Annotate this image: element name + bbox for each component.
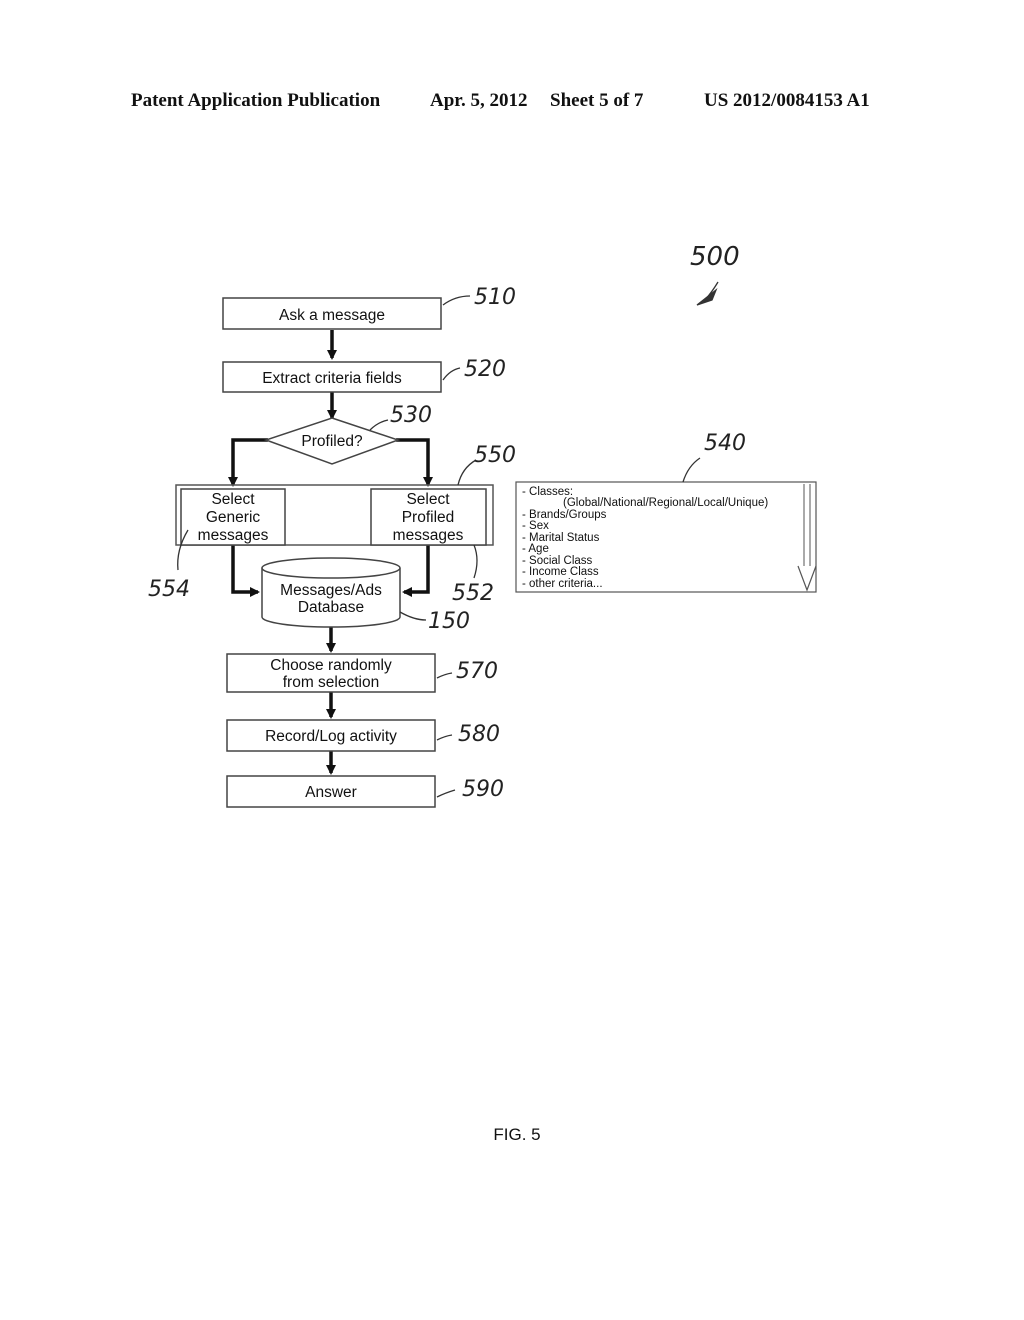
node-extract-criteria-label: Extract criteria fields (262, 370, 402, 387)
criteria-item: - other criteria... (522, 578, 603, 590)
node-select-profiled-line1: Select (406, 491, 450, 508)
node-ask-message: Ask a message (222, 297, 442, 330)
node-select-generic-line1: Select (211, 491, 255, 508)
criteria-box: - Classes: (Global/National/Regional/Loc… (515, 481, 817, 593)
ref-510: 510 (474, 285, 516, 310)
edge-530-552 (396, 438, 433, 487)
ref-552: 552 (452, 581, 494, 606)
node-select-profiled-line3: messages (393, 527, 464, 544)
node-record-log-label: Record/Log activity (265, 728, 397, 745)
connectors (228, 330, 433, 775)
criteria-item: (Global/National/Regional/Local/Unique) (563, 497, 768, 509)
node-extract-criteria: Extract criteria fields (222, 361, 442, 393)
ref-570: 570 (456, 659, 498, 684)
ref-554: 554 (148, 577, 190, 602)
ref-580: 580 (458, 722, 500, 747)
criteria-item: - Income Class (522, 566, 599, 578)
ref-500: 500 (690, 242, 740, 272)
node-record-log: Record/Log activity (226, 719, 436, 752)
node-database-line2: Database (298, 599, 364, 616)
edge-530-554 (228, 438, 268, 487)
node-select-profiled-line2: Profiled (402, 509, 455, 526)
ref-150: 150 (428, 609, 470, 634)
node-select-generic-line2: Generic (206, 509, 261, 526)
edge-552-150 (402, 545, 430, 597)
node-select-generic: Select Generic messages (180, 488, 286, 546)
criteria-item: - Sex (522, 520, 549, 532)
ref-530: 530 (390, 403, 432, 428)
ref-520: 520 (464, 357, 506, 382)
node-database-line1: Messages/Ads (280, 582, 382, 599)
node-profiled-decision: Profiled? (263, 417, 401, 465)
node-choose-line2: from selection (283, 674, 379, 691)
ref-540: 540 (704, 431, 746, 456)
node-choose-line1: Choose randomly (270, 657, 392, 674)
edge-554-150 (231, 545, 260, 597)
node-ask-message-label: Ask a message (279, 307, 385, 324)
node-answer: Answer (226, 775, 436, 808)
node-select-generic-line3: messages (198, 527, 269, 544)
ref-590: 590 (462, 777, 504, 802)
node-select-profiled: Select Profiled messages (370, 488, 487, 546)
node-answer-label: Answer (305, 784, 357, 801)
node-messages-database: Messages/Ads Database (261, 557, 401, 628)
figure-label: FIG. 5 (493, 1125, 541, 1144)
node-choose-randomly: Choose randomly from selection (226, 653, 436, 693)
criteria-item: - Age (522, 543, 549, 555)
node-profiled-label: Profiled? (301, 433, 363, 450)
flowchart-diagram: Ask a message Extract criteria fields Pr… (148, 242, 817, 808)
ref-550: 550 (474, 443, 516, 468)
